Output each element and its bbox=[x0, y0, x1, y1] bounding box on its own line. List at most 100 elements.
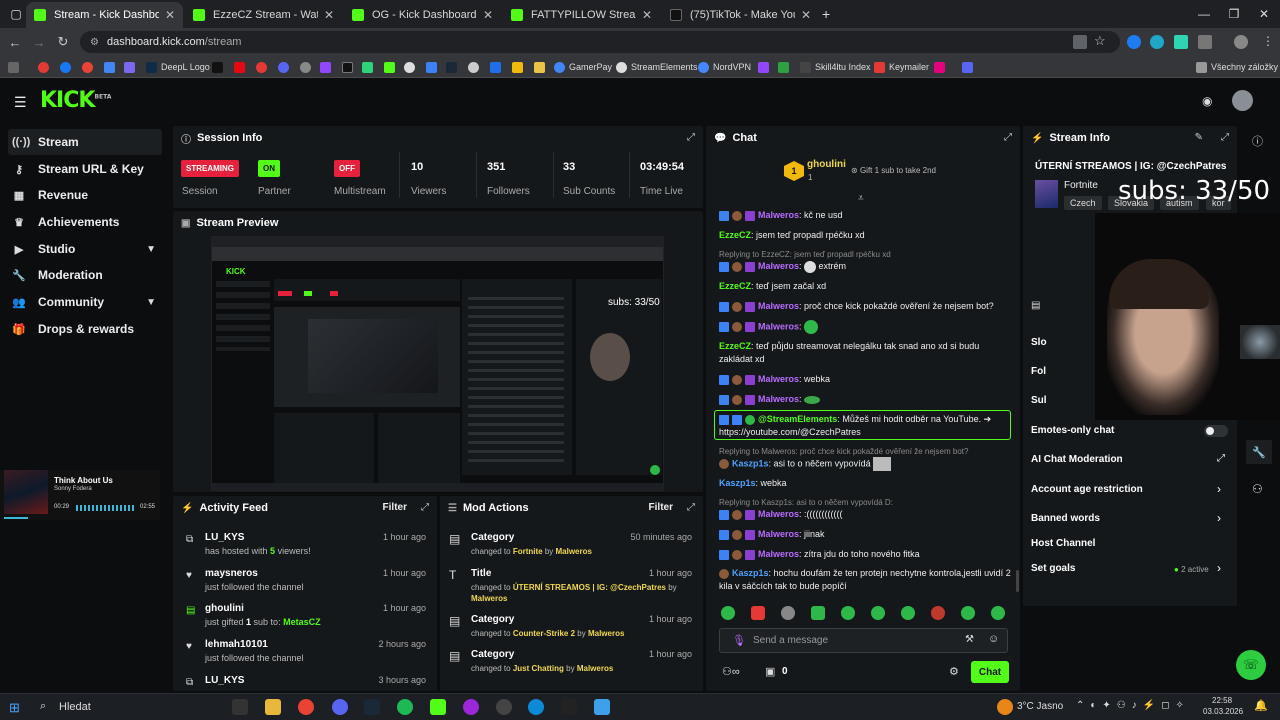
support-chat-icon[interactable]: ☏ bbox=[1236, 650, 1266, 680]
bookmark-icon[interactable] bbox=[962, 60, 977, 74]
popout-icon[interactable]: ⤢ bbox=[687, 502, 695, 513]
tab-ezzecz[interactable]: EzzeCZ Stream - Watch Live on✕ bbox=[185, 2, 342, 28]
emotes-only-toggle[interactable] bbox=[1204, 425, 1228, 437]
gift-sub-prompt[interactable]: ⊛ Gift 1 sub to take 2nd bbox=[851, 166, 936, 175]
popout-icon[interactable]: ⤢ bbox=[421, 502, 429, 513]
tab-search-icon[interactable]: ▢ bbox=[6, 0, 26, 28]
bookmark-icon[interactable] bbox=[212, 60, 227, 74]
discord-icon[interactable] bbox=[332, 699, 348, 715]
tab-kick-dashboard[interactable]: Stream - Kick Dashboard✕ bbox=[26, 2, 183, 28]
emote-icon[interactable] bbox=[961, 606, 975, 620]
bookmark-icon[interactable] bbox=[82, 60, 97, 74]
chevron-right-icon[interactable]: › bbox=[1217, 482, 1221, 496]
setting-account-age[interactable]: Account age restriction bbox=[1031, 484, 1143, 495]
edge-icon[interactable] bbox=[528, 699, 544, 715]
spotify-icon[interactable] bbox=[397, 699, 413, 715]
bookmark-keymailer[interactable]: Keymailer bbox=[874, 60, 929, 74]
bookmark-icon[interactable] bbox=[342, 60, 357, 74]
close-tab-icon[interactable]: ✕ bbox=[642, 8, 652, 22]
kick-logo[interactable]: KICKBETA bbox=[40, 88, 111, 113]
sidebar-item-revenue[interactable]: ▦ Revenue bbox=[8, 182, 162, 208]
bookmark-icon[interactable] bbox=[124, 60, 139, 74]
bookmark-icon[interactable] bbox=[490, 60, 505, 74]
close-tab-icon[interactable]: ✕ bbox=[324, 8, 334, 22]
hamburger-menu-icon[interactable]: ☰ bbox=[14, 94, 27, 111]
bookmark-icon[interactable] bbox=[362, 60, 377, 74]
extension-icon[interactable] bbox=[1127, 35, 1141, 49]
steam-icon[interactable] bbox=[364, 699, 380, 715]
points-icon[interactable]: ▣ bbox=[765, 665, 775, 678]
setting-banned-words[interactable]: Banned words bbox=[1031, 513, 1100, 524]
bookmark-icon[interactable] bbox=[256, 60, 271, 74]
bookmark-icon[interactable] bbox=[384, 60, 399, 74]
tab-fattypillow[interactable]: FATTYPILLOW Stream - Watch L✕ bbox=[503, 2, 660, 28]
live-indicator-icon[interactable]: ◉ bbox=[1202, 94, 1212, 108]
kick-app-icon[interactable] bbox=[430, 699, 446, 715]
bookmark-star-icon[interactable]: ☆ bbox=[1094, 33, 1106, 49]
bookmark-icon[interactable] bbox=[234, 60, 249, 74]
weather-icon[interactable] bbox=[997, 699, 1013, 715]
windows-start-icon[interactable]: ⊞ bbox=[9, 700, 20, 716]
apps-grid-icon[interactable] bbox=[8, 60, 23, 74]
sidebar-item-studio[interactable]: ▶ Studio ▼ bbox=[8, 236, 162, 262]
emote-icon[interactable] bbox=[991, 606, 1005, 620]
profile-avatar-icon[interactable] bbox=[1234, 35, 1248, 49]
app-icon[interactable] bbox=[463, 699, 479, 715]
new-tab-button[interactable]: + bbox=[822, 6, 830, 22]
extension-icon[interactable] bbox=[1150, 35, 1164, 49]
setting-host-channel[interactable]: Host Channel bbox=[1031, 538, 1095, 549]
bookmark-icon[interactable] bbox=[446, 60, 461, 74]
close-tab-icon[interactable]: ✕ bbox=[801, 8, 811, 22]
bookmark-icon[interactable] bbox=[426, 60, 441, 74]
top-gifter-name[interactable]: ghoulini bbox=[807, 159, 846, 170]
popout-icon[interactable]: ⤢ bbox=[1221, 132, 1229, 143]
emote-icon[interactable] bbox=[781, 606, 795, 620]
external-link-icon[interactable]: ⤢ bbox=[1217, 453, 1225, 464]
chrome-icon[interactable] bbox=[298, 699, 314, 715]
sidebar-item-stream-url-key[interactable]: ⚷ Stream URL & Key bbox=[8, 156, 162, 182]
activity-filter-button[interactable]: Filter bbox=[383, 502, 407, 513]
obs-icon[interactable] bbox=[496, 699, 512, 715]
bookmark-icon[interactable] bbox=[278, 60, 293, 74]
close-tab-icon[interactable]: ✕ bbox=[483, 8, 493, 22]
chat-send-button[interactable]: Chat bbox=[971, 661, 1009, 683]
sidebar-item-community[interactable]: 👥 Community ▼ bbox=[8, 289, 162, 315]
tab-tiktok[interactable]: (75)TikTok - Make Your Day✕ bbox=[662, 2, 819, 28]
close-window-icon[interactable]: ✕ bbox=[1246, 0, 1280, 28]
chevron-right-icon[interactable]: › bbox=[1217, 561, 1221, 575]
bookmark-icon[interactable] bbox=[404, 60, 419, 74]
bookmark-deepl[interactable]: DeepL Logo bbox=[146, 60, 210, 74]
setting-set-goals[interactable]: Set goals bbox=[1031, 563, 1075, 574]
emote-icon[interactable] bbox=[811, 606, 825, 620]
bookmark-icon[interactable] bbox=[320, 60, 335, 74]
system-tray-icons[interactable]: ⌃◐✦⚇♪⚡◻✧ bbox=[1076, 700, 1190, 711]
sidebar-item-drops-rewards[interactable]: 🎁 Drops & rewards bbox=[8, 316, 162, 342]
sidebar-item-moderation[interactable]: 🔧 Moderation bbox=[8, 262, 162, 288]
emote-icon[interactable] bbox=[931, 606, 945, 620]
bookmark-all-folder[interactable]: Všechny záložky bbox=[1196, 60, 1278, 74]
bookmark-icon[interactable] bbox=[512, 60, 527, 74]
task-view-icon[interactable] bbox=[232, 699, 248, 715]
bookmark-icon[interactable] bbox=[778, 60, 793, 74]
url-field[interactable]: ⚙ dashboard.kick.com/stream bbox=[80, 31, 1120, 53]
site-info-icon[interactable]: ⚙ bbox=[90, 37, 99, 48]
forward-icon[interactable]: → bbox=[28, 32, 50, 52]
wrench-icon[interactable]: 🔧 bbox=[1246, 440, 1272, 464]
translate-icon[interactable] bbox=[1073, 35, 1087, 49]
bookmark-icon[interactable] bbox=[934, 60, 949, 74]
bookmark-streamelements[interactable]: StreamElements bbox=[616, 60, 698, 74]
popout-icon[interactable]: ⤢ bbox=[1004, 132, 1012, 143]
command-icon[interactable]: ⚒ bbox=[965, 634, 974, 645]
info-icon[interactable]: ⓘ bbox=[1252, 133, 1263, 149]
setting-ai-moderation[interactable]: AI Chat Moderation bbox=[1031, 454, 1123, 465]
emoji-icon[interactable]: ☺ bbox=[988, 633, 999, 645]
expand-leaderboard-icon[interactable]: ⩡ bbox=[858, 193, 864, 204]
bookmark-icon[interactable] bbox=[104, 60, 119, 74]
chevron-right-icon[interactable]: › bbox=[1217, 511, 1221, 525]
extension-icon[interactable] bbox=[1174, 35, 1188, 49]
microphone-icon[interactable]: 🎙 bbox=[732, 634, 746, 647]
back-icon[interactable]: ← bbox=[4, 32, 26, 52]
notifications-icon[interactable]: 🔔 bbox=[1254, 699, 1268, 712]
epic-games-icon[interactable] bbox=[561, 699, 577, 715]
bookmark-icon[interactable] bbox=[468, 60, 483, 74]
